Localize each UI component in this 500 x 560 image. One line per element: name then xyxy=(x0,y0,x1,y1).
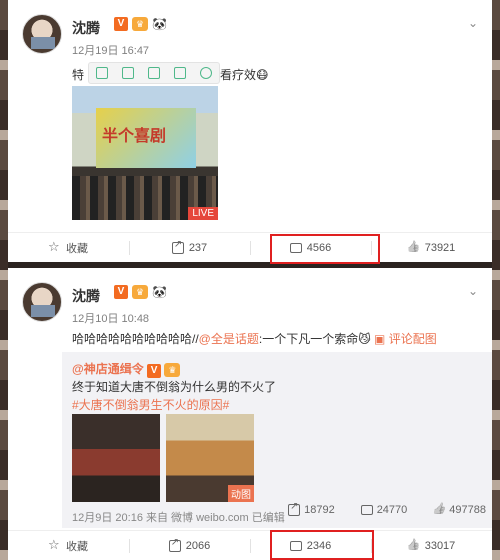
chevron-down-icon[interactable]: ⌄ xyxy=(468,16,478,30)
image-title: 半个喜剧 xyxy=(102,126,167,145)
highlight-box xyxy=(270,530,374,560)
share-count: 237 xyxy=(188,241,208,254)
repost-block: @神店通缉令 V ♛ 终于知道大唐不倒翁为什么男的不火了 #大唐不倒翁男生不火的… xyxy=(62,352,492,528)
highlight-box xyxy=(270,234,380,264)
gif-badge: 动图 xyxy=(228,485,254,502)
badges: V ♛ 🐼 xyxy=(114,285,168,299)
verified-badge: V xyxy=(114,17,128,31)
weibo-post-card: 沈腾 V ♛ 🐼 12月19日 16:47 ⌄ 特 看疗效😷 半个喜剧 LIVE… xyxy=(8,0,492,262)
weibo-post-card: 沈腾 V ♛ 🐼 12月10日 10:48 ⌄ 哈哈哈哈哈哈哈哈哈哈//@全是话… xyxy=(8,268,492,560)
favorite-button[interactable]: 收藏 xyxy=(8,531,129,560)
post-text-end: 看疗效😷 xyxy=(220,68,269,82)
verified-badge: V xyxy=(147,364,162,378)
like-icon xyxy=(433,504,445,516)
action-bar: 收藏 2066 2346 33017 xyxy=(8,530,492,560)
favorite-button[interactable]: 收藏 xyxy=(8,233,129,262)
vip-crown-icon: ♛ xyxy=(164,363,181,377)
like-count: 73921 xyxy=(424,241,456,254)
action-bar: 收藏 237 4566 73921 xyxy=(8,232,492,262)
share-icon xyxy=(168,537,181,552)
post-text-tail: :一个下凡一个索命 xyxy=(258,332,359,346)
panda-icon: 🐼 xyxy=(152,285,167,299)
repost-image[interactable] xyxy=(72,414,160,502)
mention-link[interactable]: @全是话题 xyxy=(199,332,259,346)
floating-toolbar[interactable] xyxy=(88,62,220,84)
badges: V ♛ 🐼 xyxy=(114,17,168,31)
background-strip-right xyxy=(492,0,500,560)
share-out-icon[interactable] xyxy=(174,67,186,79)
live-badge: LIVE xyxy=(188,207,218,220)
share-icon xyxy=(288,501,301,516)
post-text: 哈哈哈哈哈哈哈哈哈哈//@全是话题:一个下凡一个索命😼 ▣ 评论配图 xyxy=(72,332,437,346)
repost-like-button[interactable]: 497788 xyxy=(433,504,486,516)
repost-actions: 18792 24770 497788 xyxy=(288,501,492,516)
post-text-start: 特 xyxy=(72,68,85,82)
post-time[interactable]: 12月19日 16:47 xyxy=(72,42,149,58)
avatar[interactable] xyxy=(22,14,62,54)
repost-meta: 12月9日 20:16 来自 微博 weibo.com 已编辑 xyxy=(72,512,285,524)
like-button[interactable]: 33017 xyxy=(371,531,492,560)
favorite-label: 收藏 xyxy=(66,540,88,553)
star-icon xyxy=(48,239,61,255)
chevron-down-icon[interactable]: ⌄ xyxy=(468,284,478,298)
panda-icon: 🐼 xyxy=(152,17,167,31)
repost-user[interactable]: @神店通缉令 xyxy=(72,362,144,376)
topic-link[interactable]: #大唐不倒翁男生不火的原因# xyxy=(72,396,229,413)
repost-share-button[interactable]: 18792 xyxy=(288,501,335,516)
post-image[interactable]: 半个喜剧 LIVE xyxy=(72,86,218,220)
post-time[interactable]: 12月10日 10:48 xyxy=(72,310,149,326)
share-button[interactable]: 2066 xyxy=(129,531,250,560)
background-strip-left xyxy=(0,0,8,560)
verified-badge: V xyxy=(114,285,128,299)
repost-user-line: @神店通缉令 V ♛ xyxy=(72,360,181,378)
author-name[interactable]: 沈腾 xyxy=(72,18,100,38)
avatar[interactable] xyxy=(22,282,62,322)
save-icon[interactable] xyxy=(148,67,160,79)
share-button[interactable]: 237 xyxy=(129,233,250,262)
like-button[interactable]: 73921 xyxy=(371,233,492,262)
repost-comment-button[interactable]: 24770 xyxy=(360,504,407,516)
star-icon xyxy=(48,537,61,553)
like-icon xyxy=(408,540,420,552)
vip-crown-icon: ♛ xyxy=(132,285,148,299)
like-count: 33017 xyxy=(424,539,456,552)
vip-crown-icon: ♛ xyxy=(132,17,148,31)
author-name[interactable]: 沈腾 xyxy=(72,286,100,306)
repost-text: 终于知道大唐不倒翁为什么男的不火了 xyxy=(72,380,277,394)
expand-icon[interactable] xyxy=(122,67,134,79)
comment-icon xyxy=(360,505,373,515)
like-icon xyxy=(408,242,420,254)
share-count: 2066 xyxy=(185,539,211,552)
post-text-main: 哈哈哈哈哈哈哈哈哈哈// xyxy=(72,332,199,346)
favorite-label: 收藏 xyxy=(66,242,88,255)
comment-pic-link[interactable]: ▣ 评论配图 xyxy=(374,332,437,346)
copy-icon[interactable] xyxy=(96,67,108,79)
share-icon xyxy=(171,239,184,254)
settings-icon[interactable] xyxy=(200,67,212,79)
repost-image[interactable]: 动图 xyxy=(166,414,254,502)
